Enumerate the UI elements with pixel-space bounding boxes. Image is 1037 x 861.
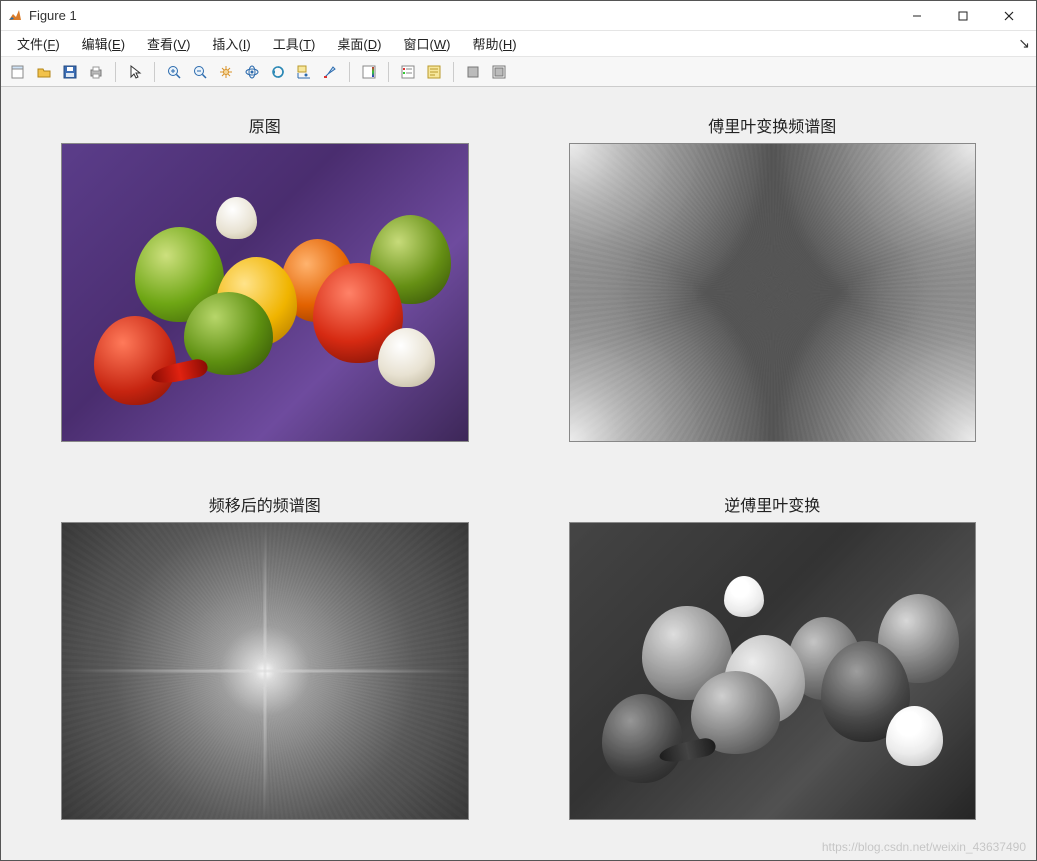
toolbar-separator (349, 62, 350, 82)
subplot-4: 逆傅里叶变换 (569, 492, 977, 821)
window-controls (894, 1, 1032, 31)
subplot-3: 频移后的频谱图 (61, 492, 469, 821)
window-title: Figure 1 (29, 8, 894, 23)
show-plot-tools-button[interactable] (488, 61, 510, 83)
menubar: 文件(F) 编辑(E) 查看(V) 插入(I) 工具(T) 桌面(D) 窗口(W… (1, 31, 1036, 57)
figure-canvas[interactable]: 原图 傅里叶变换频谱图 (1, 87, 1036, 860)
close-button[interactable] (986, 1, 1032, 31)
insert-colorbar-button[interactable] (358, 61, 380, 83)
subplot-4-image[interactable] (569, 522, 977, 821)
subplot-2: 傅里叶变换频谱图 (569, 113, 977, 442)
open-button[interactable] (33, 61, 55, 83)
maximize-button[interactable] (940, 1, 986, 31)
subplot-3-image[interactable] (61, 522, 469, 821)
pan-button[interactable] (215, 61, 237, 83)
toolbar (1, 57, 1036, 87)
menu-window[interactable]: 窗口(W) (393, 31, 460, 56)
toolbar-separator (388, 62, 389, 82)
new-figure-button[interactable] (7, 61, 29, 83)
pointer-button[interactable] (124, 61, 146, 83)
zoom-out-button[interactable] (189, 61, 211, 83)
insert-legend-button[interactable] (397, 61, 419, 83)
matlab-icon (7, 8, 23, 24)
toolbar-separator (115, 62, 116, 82)
menu-insert[interactable]: 插入(I) (202, 31, 260, 56)
link-axes-button[interactable] (267, 61, 289, 83)
dock-arrow-icon[interactable]: ↘ (1018, 35, 1030, 52)
brush-button[interactable] (319, 61, 341, 83)
menu-edit[interactable]: 编辑(E) (72, 31, 135, 56)
subplot-grid: 原图 傅里叶变换频谱图 (1, 87, 1036, 860)
subplot-4-title: 逆傅里叶变换 (724, 492, 820, 516)
menu-view[interactable]: 查看(V) (137, 31, 200, 56)
menu-file[interactable]: 文件(F) (7, 31, 70, 56)
subplot-2-title: 傅里叶变换频谱图 (708, 113, 836, 137)
rotate-3d-button[interactable] (241, 61, 263, 83)
save-button[interactable] (59, 61, 81, 83)
menu-tools[interactable]: 工具(T) (263, 31, 326, 56)
subplot-3-title: 频移后的频谱图 (209, 492, 321, 516)
toolbar-separator (453, 62, 454, 82)
data-cursor-button[interactable] (293, 61, 315, 83)
watermark: https://blog.csdn.net/weixin_43637490 (822, 840, 1026, 854)
minimize-button[interactable] (894, 1, 940, 31)
menu-desktop[interactable]: 桌面(D) (327, 31, 391, 56)
subplot-1-title: 原图 (249, 113, 281, 137)
edit-plot-button[interactable] (423, 61, 445, 83)
hide-plot-tools-button[interactable] (462, 61, 484, 83)
subplot-1-image[interactable] (61, 143, 469, 442)
zoom-in-button[interactable] (163, 61, 185, 83)
subplot-2-image[interactable] (569, 143, 977, 442)
print-button[interactable] (85, 61, 107, 83)
subplot-1: 原图 (61, 113, 469, 442)
toolbar-separator (154, 62, 155, 82)
titlebar: Figure 1 (1, 1, 1036, 31)
menu-help[interactable]: 帮助(H) (462, 31, 526, 56)
